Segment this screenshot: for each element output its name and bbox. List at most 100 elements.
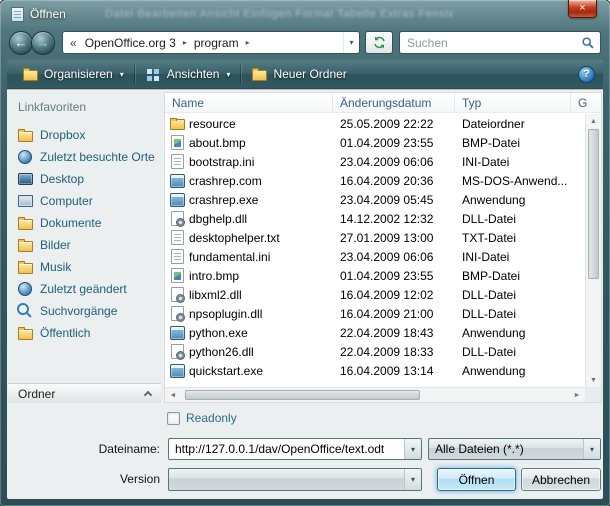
folders-expander[interactable]: Ordner — [8, 383, 161, 403]
views-icon — [145, 67, 161, 82]
table-row[interactable]: fundamental.ini 23.04.2009 06:06 INI-Dat… — [165, 247, 585, 266]
crumb-arrow-icon[interactable]: ▸ — [179, 38, 191, 47]
column-header-type[interactable]: Typ — [455, 93, 571, 112]
file-type: DLL-Datei — [455, 288, 585, 302]
breadcrumb[interactable]: « OpenOffice.org 3 ▸ program ▸ ▾ — [62, 31, 360, 54]
scroll-up-arrow[interactable]: ▲ — [586, 114, 601, 128]
favorites-sidebar: Linkfavoriten Dropbox Zuletzt besuchte O… — [8, 92, 161, 403]
sidebar-items: Dropbox Zuletzt besuchte Orte Desktop — [8, 124, 161, 344]
sidebar-item[interactable]: Bilder — [8, 234, 161, 256]
table-row[interactable]: npsoplugin.dll 16.04.2009 21:00 DLL-Date… — [165, 304, 585, 323]
column-header-name[interactable]: Name — [165, 93, 333, 112]
cancel-button[interactable]: Abbrechen — [521, 468, 601, 491]
file-date: 16.04.2009 13:14 — [333, 364, 455, 378]
file-name: libxml2.dll — [189, 288, 242, 302]
table-row[interactable]: crashrep.exe 23.04.2009 05:45 Anwendung — [165, 190, 585, 209]
scroll-left-arrow[interactable]: ◄ — [165, 388, 181, 402]
table-row[interactable]: crashrep.com 16.04.2009 20:36 MS-DOS-Anw… — [165, 171, 585, 190]
version-label: Version — [47, 468, 160, 490]
version-combobox[interactable]: ▾ — [168, 468, 422, 491]
table-row[interactable]: libxml2.dll 16.04.2009 12:02 DLL-Datei — [165, 285, 585, 304]
file-name: dbghelp.dll — [189, 212, 247, 226]
sidebar-item[interactable]: Dropbox — [8, 124, 161, 146]
file-list: Name Änderungsdatum Typ G resource 25.05… — [164, 92, 602, 403]
open-button[interactable]: Öffnen — [437, 468, 516, 491]
table-row[interactable]: bootstrap.ini 23.04.2009 06:06 INI-Datei — [165, 152, 585, 171]
file-type-icon — [169, 363, 185, 379]
close-button[interactable]: × — [568, 0, 597, 18]
sidebar-item[interactable]: Zuletzt geändert — [8, 278, 161, 300]
chevron-up-icon — [144, 391, 152, 399]
filename-input[interactable] — [169, 441, 404, 457]
table-row[interactable]: resource 25.05.2009 22:22 Dateiordner — [165, 114, 585, 133]
help-button[interactable]: ? — [578, 66, 595, 83]
toolbar-separator — [134, 65, 135, 83]
new-folder-button[interactable]: Neuer Ordner — [244, 64, 353, 85]
file-date: 16.04.2009 21:00 — [333, 307, 455, 321]
file-type: Anwendung — [455, 193, 585, 207]
new-folder-icon — [251, 67, 267, 82]
column-header-date[interactable]: Änderungsdatum — [333, 93, 455, 112]
filetype-combobox[interactable]: Alle Dateien (*.*) ▾ — [428, 438, 601, 460]
file-type-icon — [169, 135, 185, 151]
new-folder-label: Neuer Ordner — [273, 67, 346, 81]
breadcrumb-collapse-chevrons[interactable]: « — [63, 36, 82, 50]
refresh-button[interactable] — [365, 31, 393, 54]
crumb-arrow-icon[interactable]: ▸ — [242, 38, 254, 47]
scroll-down-arrow[interactable]: ▼ — [586, 373, 601, 387]
table-row[interactable]: quickstart.exe 16.04.2009 13:14 Anwendun… — [165, 361, 585, 380]
sidebar-item[interactable]: Computer — [8, 190, 161, 212]
sidebar-item-label: Musik — [40, 260, 71, 274]
sidebar-item-icon — [17, 171, 33, 187]
filename-combobox: ▾ — [168, 438, 422, 460]
sidebar-item[interactable]: Musik — [8, 256, 161, 278]
file-name: fundamental.ini — [189, 250, 270, 264]
sidebar-item[interactable]: Desktop — [8, 168, 161, 190]
file-date: 23.04.2009 05:45 — [333, 193, 455, 207]
search-input[interactable] — [405, 35, 581, 51]
sidebar-item-icon — [17, 149, 33, 165]
filename-row: Dateiname: ▾ Alle Dateien (*.*) ▾ — [7, 438, 603, 460]
column-header-size[interactable]: G — [571, 93, 601, 112]
file-name: quickstart.exe — [189, 364, 263, 378]
window-icon — [11, 7, 24, 22]
horizontal-scroll-thumb[interactable] — [185, 390, 420, 400]
breadcrumb-segment-program[interactable]: program — [191, 36, 242, 50]
table-row[interactable]: intro.bmp 01.04.2009 23:55 BMP-Datei — [165, 266, 585, 285]
sidebar-item[interactable]: Zuletzt besuchte Orte — [8, 146, 161, 168]
file-type-icon — [169, 268, 185, 284]
filetype-dropdown-button[interactable]: ▾ — [583, 439, 600, 459]
scroll-right-arrow[interactable]: ► — [569, 388, 585, 402]
table-row[interactable]: python.exe 22.04.2009 18:43 Anwendung — [165, 323, 585, 342]
file-type: Anwendung — [455, 326, 585, 340]
sidebar-item[interactable]: Öffentlich — [8, 322, 161, 344]
organize-button[interactable]: Organisieren ▾ — [15, 64, 131, 85]
table-row[interactable]: dbghelp.dll 14.12.2002 12:32 DLL-Datei — [165, 209, 585, 228]
table-row[interactable]: about.bmp 01.04.2009 23:55 BMP-Datei — [165, 133, 585, 152]
chevron-down-icon: ▾ — [120, 70, 124, 79]
vertical-scroll-thumb[interactable] — [588, 129, 599, 279]
table-row[interactable]: desktophelper.txt 27.01.2009 13:00 TXT-D… — [165, 228, 585, 247]
sidebar-item[interactable]: Dokumente — [8, 212, 161, 234]
breadcrumb-segment-root[interactable]: OpenOffice.org 3 — [82, 36, 179, 50]
back-button[interactable]: ← — [9, 31, 33, 55]
address-dropdown-button[interactable]: ▾ — [343, 32, 359, 53]
file-type: DLL-Datei — [455, 345, 585, 359]
vertical-scrollbar[interactable]: ▲ ▼ — [585, 114, 601, 387]
horizontal-scrollbar[interactable]: ◄ ► — [165, 387, 585, 402]
file-date: 23.04.2009 06:06 — [333, 155, 455, 169]
version-dropdown-button[interactable]: ▾ — [404, 469, 421, 490]
readonly-checkbox[interactable] — [167, 412, 180, 425]
readonly-option: Readonly — [167, 411, 237, 425]
organize-icon — [22, 67, 38, 82]
table-row[interactable]: python26.dll 22.04.2009 18:33 DLL-Datei — [165, 342, 585, 361]
filename-dropdown-button[interactable]: ▾ — [404, 439, 421, 459]
sidebar-item-label: Dokumente — [40, 216, 101, 230]
file-date: 16.04.2009 20:36 — [333, 174, 455, 188]
file-type: DLL-Datei — [455, 212, 585, 226]
sidebar-item[interactable]: Suchvorgänge — [8, 300, 161, 322]
filetype-value: Alle Dateien (*.*) — [429, 442, 583, 456]
sidebar-item-icon — [17, 127, 33, 143]
views-button[interactable]: Ansichten ▾ — [138, 64, 238, 85]
forward-button[interactable]: → — [31, 31, 55, 55]
